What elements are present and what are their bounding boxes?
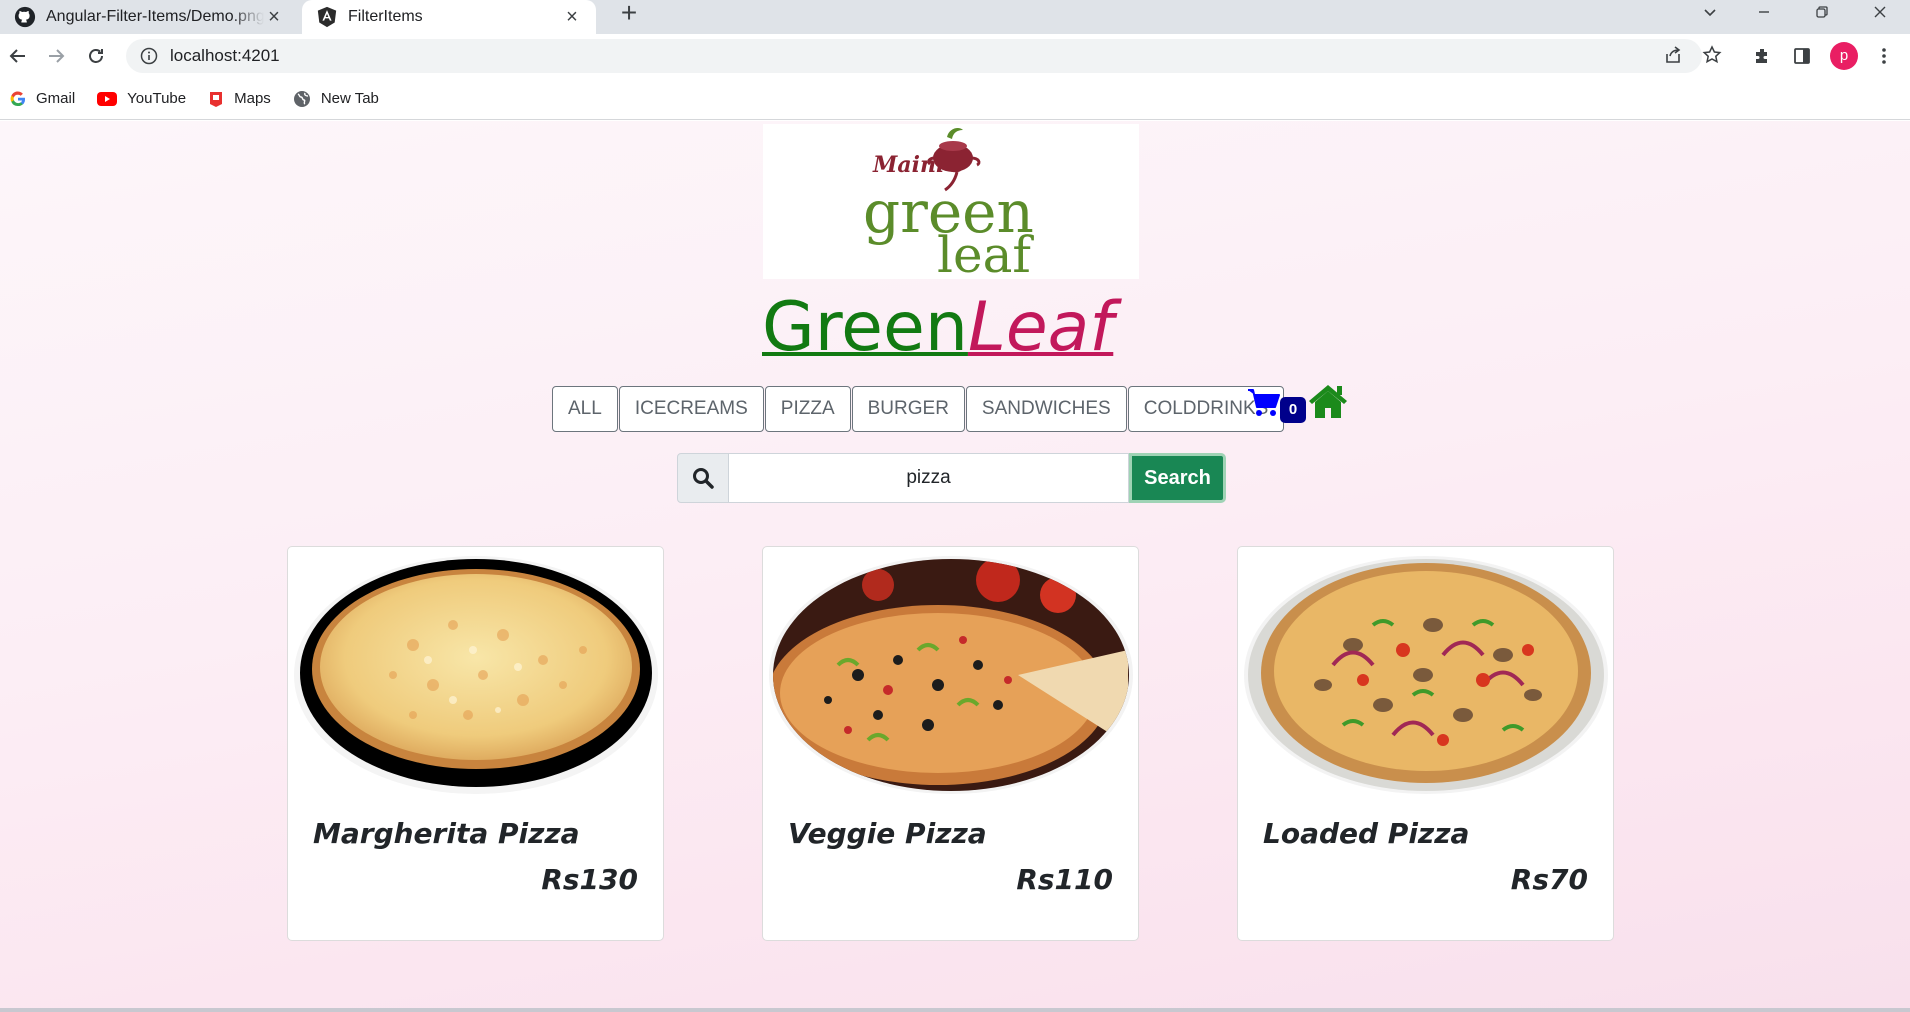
search-button[interactable]: Search bbox=[1129, 453, 1226, 503]
tab-title: Angular-Filter-Items/Demo.png a bbox=[46, 8, 264, 25]
bookmark-star-icon[interactable] bbox=[1698, 41, 1726, 69]
tab-title: FilterItems bbox=[348, 8, 423, 25]
new-tab-button[interactable]: + bbox=[614, 0, 644, 30]
bookmark-youtube[interactable]: YouTube bbox=[97, 90, 186, 107]
product-price: Rs130 bbox=[541, 863, 638, 896]
globe-icon bbox=[293, 90, 310, 107]
brand-title-green: Green bbox=[762, 288, 968, 367]
reload-icon bbox=[89, 49, 103, 63]
github-icon bbox=[14, 6, 36, 28]
page-content: Maini's green leaf GreenLeaf ALL ICECREA… bbox=[0, 121, 1910, 1012]
product-price: Rs70 bbox=[1510, 863, 1588, 896]
product-name: Loaded Pizza bbox=[1263, 817, 1470, 850]
product-card-loaded[interactable]: Loaded Pizza Rs70 bbox=[1237, 546, 1614, 941]
url-text[interactable]: localhost:4201 bbox=[170, 46, 280, 66]
address-bar[interactable]: localhost:4201 bbox=[126, 39, 1702, 73]
forward-arrow-icon bbox=[49, 49, 65, 63]
profile-avatar[interactable]: p bbox=[1830, 42, 1858, 70]
category-burger-button[interactable]: BURGER bbox=[851, 386, 965, 432]
loaded-pizza-image bbox=[1244, 556, 1608, 794]
product-price: Rs110 bbox=[1016, 863, 1113, 896]
back-button[interactable] bbox=[2, 40, 34, 72]
minimize-icon[interactable] bbox=[1736, 0, 1792, 24]
bookmark-label: Maps bbox=[234, 90, 271, 107]
close-window-icon[interactable] bbox=[1852, 0, 1908, 24]
google-icon bbox=[10, 90, 26, 106]
brand-title: GreenLeaf bbox=[762, 289, 1113, 367]
menu-kebab-icon[interactable] bbox=[1870, 42, 1898, 70]
search-input[interactable] bbox=[729, 453, 1129, 503]
category-pizza-button[interactable]: PIZZA bbox=[764, 386, 851, 432]
back-arrow-icon bbox=[9, 49, 25, 63]
veggie-pizza-image bbox=[769, 556, 1133, 794]
tab-search-chevron-icon[interactable] bbox=[1682, 0, 1738, 24]
category-sandwiches-button[interactable]: SANDWICHES bbox=[965, 386, 1127, 432]
tab-github-demo[interactable]: Angular-Filter-Items/Demo.png a × bbox=[0, 0, 298, 34]
angular-icon bbox=[317, 6, 337, 28]
bookmark-gmail[interactable]: Gmail bbox=[10, 90, 75, 107]
info-icon[interactable] bbox=[140, 47, 158, 65]
category-all-button[interactable]: ALL bbox=[552, 386, 618, 432]
bookmark-new-tab[interactable]: New Tab bbox=[293, 90, 379, 108]
search-group: Search bbox=[677, 453, 1226, 503]
bookmarks-bar: Gmail YouTube Maps New Tab bbox=[0, 78, 1910, 120]
maps-icon bbox=[210, 91, 223, 107]
browser-toolbar: localhost:4201 p bbox=[0, 34, 1910, 78]
product-name: Veggie Pizza bbox=[788, 817, 987, 850]
category-icecreams-button[interactable]: ICECREAMS bbox=[618, 386, 764, 432]
close-icon[interactable]: × bbox=[264, 7, 284, 27]
product-name: Margherita Pizza bbox=[313, 817, 580, 850]
share-icon[interactable] bbox=[1659, 41, 1687, 69]
side-panel-icon[interactable] bbox=[1788, 42, 1816, 70]
margherita-pizza-image bbox=[294, 556, 658, 794]
youtube-icon bbox=[97, 91, 118, 106]
search-addon bbox=[677, 453, 729, 503]
category-filter-group: ALL ICECREAMS PIZZA BURGER SANDWICHES CO… bbox=[552, 386, 1285, 432]
cart-count-badge: 0 bbox=[1280, 397, 1306, 423]
forward-button[interactable] bbox=[40, 40, 72, 72]
bookmark-label: YouTube bbox=[127, 90, 187, 107]
page-bottom-edge bbox=[0, 1008, 1910, 1012]
search-icon bbox=[693, 468, 714, 489]
product-card-veggie[interactable]: Veggie Pizza Rs110 bbox=[762, 546, 1139, 941]
tab-strip: Angular-Filter-Items/Demo.png a × Filter… bbox=[0, 0, 1910, 34]
bookmark-label: New Tab bbox=[320, 90, 379, 107]
bookmark-maps[interactable]: Maps bbox=[208, 90, 271, 108]
close-icon[interactable]: × bbox=[562, 7, 582, 27]
restore-icon[interactable] bbox=[1794, 0, 1850, 24]
bookmark-label: Gmail bbox=[36, 90, 76, 107]
tab-filteritems[interactable]: FilterItems × bbox=[302, 0, 596, 34]
brand-title-leaf: Leaf bbox=[967, 288, 1114, 367]
logo-line3: leaf bbox=[937, 226, 1034, 279]
product-card-margherita[interactable]: Margherita Pizza Rs130 bbox=[287, 546, 664, 941]
home-icon[interactable] bbox=[1308, 383, 1348, 419]
extensions-icon[interactable] bbox=[1748, 42, 1776, 70]
cart-icon[interactable] bbox=[1247, 387, 1281, 417]
reload-button[interactable] bbox=[80, 40, 112, 72]
logo: Maini's green leaf bbox=[763, 124, 1139, 284]
